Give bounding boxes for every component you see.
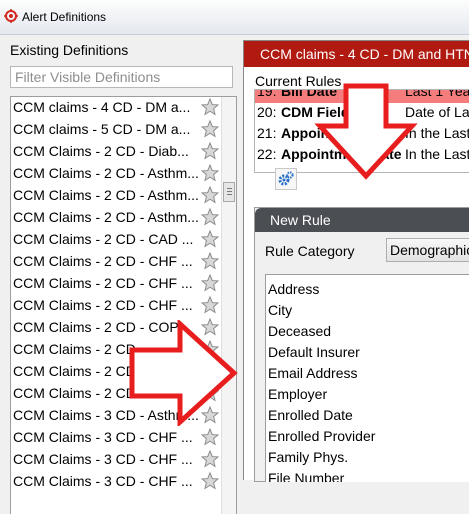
definitions-list: CCM claims - 4 CD - DM a... CCM claims - … [10,96,237,514]
rule-field-label: File Number [268,470,345,482]
rule-number: 21: [257,125,277,141]
rule-fields-list: Address City Deceased Default Insurer Email … [265,274,469,482]
gear-icon [278,171,294,186]
favorite-star-icon[interactable] [201,120,219,138]
rule-field-label: Address [268,281,320,297]
favorite-star-icon[interactable] [201,208,219,226]
rule-category-value: Demographic [390,242,469,258]
rule-field-option[interactable]: Deceased [266,322,469,343]
rule-field-option[interactable]: Enrolled Date [266,406,469,427]
definition-list-item[interactable]: CCM Claims - 3 CD - CHF ... [11,427,219,449]
window-titlebar: Alert Definitions [0,0,469,35]
rule-field-label: Email Address [268,365,358,381]
definition-list-item[interactable]: CCM Claims - 2 CD - Asthm... [11,185,219,207]
favorite-star-icon[interactable] [201,428,219,446]
new-rule-panel: New Rule Rule Category Demographic Addre… [254,207,469,482]
favorite-star-icon[interactable] [201,274,219,292]
rule-field-option[interactable]: City [266,301,469,322]
definition-label: CCM Claims - 2 CD - CHF ... [13,275,193,291]
definition-list-item[interactable]: CCM Claims - 3 CD - CHF ... [11,471,219,493]
definition-label: CCM Claims - 2 CD [13,363,136,379]
definition-label: CCM Claims - 2 CD - CAD ... [13,231,194,247]
definition-label: CCM Claims - 2 CD - CHF ... [13,297,193,313]
favorite-star-icon[interactable] [201,472,219,490]
down-arrow-annotation [314,83,418,180]
crosshair-app-icon [4,9,18,23]
definition-list-item[interactable]: CCM Claims - 3 CD - CHF ... [11,449,219,471]
grip-line [227,194,232,195]
favorite-star-icon[interactable] [201,164,219,182]
definitions-scrollbar[interactable] [221,97,236,514]
favorite-star-icon[interactable] [201,296,219,314]
favorite-star-icon[interactable] [201,142,219,160]
rule-number: 20: [257,104,277,120]
new-rule-label: New Rule [270,212,331,228]
edit-rules-button[interactable] [275,168,297,190]
favorite-star-icon[interactable] [201,252,219,270]
definition-list-item[interactable]: CCM claims - 5 CD - DM a... [11,119,219,141]
rule-field-label: City [268,302,293,318]
definition-header: CCM claims - 4 CD - DM and HTN [244,41,469,67]
favorite-star-icon[interactable] [201,186,219,204]
rule-field-option[interactable]: Email Address [266,364,469,385]
definition-label: CCM Claims - 3 CD - CHF ... [13,451,193,467]
definition-label: CCM Claims - 3 CD - CHF ... [13,429,193,445]
definition-label: CCM Claims - 3 CD - CHF ... [13,473,193,489]
definition-label: CCM claims - 4 CD - DM a... [13,99,191,115]
grip-line [227,191,232,192]
rule-number: 22: [257,146,277,162]
filter-definitions-input[interactable] [10,66,233,88]
new-rule-header: New Rule [255,208,469,232]
favorite-star-icon[interactable] [201,98,219,116]
definition-list-item[interactable]: CCM Claims - 2 CD - Diab... [11,141,219,163]
definition-list-item[interactable]: CCM Claims - 2 CD - CHF ... [11,295,219,317]
rule-field-label: Family Phys. [268,449,349,465]
window-title: Alert Definitions [22,10,107,24]
definition-list-item[interactable]: CCM Claims - 2 CD - CHF ... [11,251,219,273]
rule-field-option[interactable]: Address [266,280,469,301]
rule-number: 19: [257,89,277,99]
grip-line [227,188,232,189]
definition-label: CCM Claims - 2 CD - Diab... [13,143,189,159]
definition-list-item[interactable]: CCM claims - 4 CD - DM a... [11,97,219,119]
rule-field-label: Default Insurer [268,344,360,360]
rule-field-label: Deceased [268,323,332,339]
definition-list-item[interactable]: CCM Claims - 2 CD - CAD ... [11,229,219,251]
definition-label: CCM Claims - 2 CD - CHF ... [13,253,193,269]
rule-field-label: Enrolled Provider [268,428,376,444]
existing-definitions-heading: Existing Definitions [10,42,129,58]
rule-category-select[interactable]: Demographic [386,238,469,262]
favorite-star-icon[interactable] [201,450,219,468]
rule-field-option[interactable]: Employer [266,385,469,406]
definition-list-item[interactable]: CCM Claims - 2 CD - Asthm... [11,163,219,185]
definition-title: CCM claims - 4 CD - DM and HTN [260,46,469,62]
definition-label: CCM Claims - 2 CD - Asthm... [13,209,199,225]
right-arrow-annotation [129,320,238,426]
rule-field-option[interactable]: Default Insurer [266,343,469,364]
rule-field-option[interactable]: Family Phys. [266,448,469,469]
definition-list-item[interactable]: CCM Claims - 2 CD - Asthm... [11,207,219,229]
rule-field-label: Employer [268,386,328,402]
rule-category-label: Rule Category [265,243,355,259]
definition-label: CCM claims - 5 CD - DM a... [13,121,191,137]
definition-label: CCM Claims - 2 CD - Asthm... [13,187,199,203]
definition-list-item[interactable]: CCM Claims - 2 CD - CHF ... [11,273,219,295]
rule-field-option[interactable]: File Number [266,469,469,482]
rule-field-option[interactable]: Enrolled Provider [266,427,469,448]
favorite-star-icon[interactable] [201,230,219,248]
definition-label: CCM Claims - 2 CD [13,341,136,357]
scrollbar-thumb[interactable] [223,182,235,202]
definition-label: CCM Claims - 2 CD - Asthm... [13,165,199,181]
rule-field-label: Enrolled Date [268,407,353,423]
